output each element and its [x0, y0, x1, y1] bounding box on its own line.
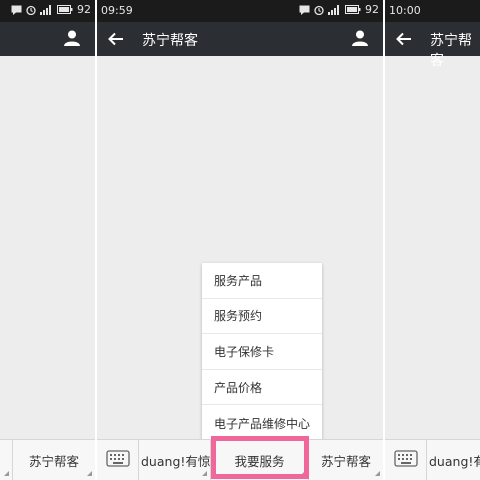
keyboard-icon: [394, 450, 418, 467]
submenu-indicator-icon: [202, 471, 207, 476]
menu-tab-suning[interactable]: 苏宁帮客: [12, 440, 95, 480]
back-arrow-icon[interactable]: [395, 30, 413, 48]
bottom-menu-bar: 苏宁帮客: [0, 439, 95, 480]
menu-tab-surprise[interactable]: duang!有惊喜: [139, 440, 211, 480]
back-arrow-icon[interactable]: [107, 30, 125, 48]
menu-tab-suning[interactable]: 苏宁帮客: [309, 440, 383, 480]
battery-level: 92: [77, 3, 91, 16]
page-title: 苏宁帮客: [142, 33, 198, 49]
popup-item-e-warranty[interactable]: 电子保修卡: [202, 334, 322, 370]
keyboard-toggle-button[interactable]: [385, 440, 427, 480]
menu-tab-label: 我要服务: [234, 453, 285, 469]
alarm-icon: [26, 5, 36, 15]
signal-icon: [40, 4, 51, 15]
bottom-menu-bar: duang!有惊喜 我要服务 苏宁帮客: [97, 439, 383, 480]
status-time: 09:59: [101, 4, 133, 17]
status-bar: 10:00: [385, 0, 480, 22]
popup-item-service-products[interactable]: 服务产品: [202, 263, 322, 299]
right-screen: 10:00 苏宁帮客 duang!有惊: [385, 0, 480, 480]
screenshot-collage: 92 苏宁帮客 09:59 92 苏宁帮客 服务产品 服务预约 电子保修卡 产品…: [0, 0, 480, 480]
submenu-indicator-icon: [375, 471, 380, 476]
menu-tab-services[interactable]: 我要服务: [211, 440, 309, 480]
page-title: 苏宁帮客: [430, 33, 472, 69]
person-icon[interactable]: [351, 29, 369, 47]
battery-level: 92: [365, 3, 379, 16]
popup-item-service-booking[interactable]: 服务预约: [202, 299, 322, 335]
person-icon[interactable]: [63, 29, 81, 47]
message-icon: [11, 5, 22, 15]
status-icons: 92: [299, 3, 379, 16]
alarm-icon: [314, 5, 324, 15]
submenu-indicator-icon: [87, 471, 92, 476]
status-icons: 92: [11, 3, 91, 16]
message-icon: [299, 5, 310, 15]
status-bar: 09:59 92: [97, 0, 383, 22]
keyboard-icon: [106, 450, 130, 467]
left-screen: 92 苏宁帮客: [0, 0, 95, 480]
title-bar: 苏宁帮客: [385, 22, 480, 69]
submenu-indicator-icon: [300, 471, 305, 476]
menu-tab-label: 苏宁帮客: [28, 453, 79, 469]
title-bar: [0, 22, 95, 56]
service-popup-menu: 服务产品 服务预约 电子保修卡 产品价格 电子产品维修中心: [202, 263, 322, 441]
menu-tab-label: 苏宁帮客: [320, 453, 371, 469]
title-bar: 苏宁帮客: [97, 22, 383, 56]
menu-tab-label: duang!有惊喜: [141, 453, 211, 469]
status-bar: 92: [0, 0, 95, 22]
popup-item-product-price[interactable]: 产品价格: [202, 370, 322, 406]
signal-icon: [328, 4, 339, 15]
menu-tab-surprise[interactable]: duang!有惊: [427, 440, 480, 480]
battery-icon: [57, 5, 73, 14]
popup-item-repair-center[interactable]: 电子产品维修中心: [202, 405, 322, 441]
bottom-menu-bar: duang!有惊: [385, 439, 480, 480]
status-time: 10:00: [389, 4, 421, 17]
submenu-indicator-icon: [4, 471, 9, 476]
battery-icon: [345, 5, 361, 14]
middle-screen: 09:59 92 苏宁帮客 服务产品 服务预约 电子保修卡 产品价格 电子产品维…: [97, 0, 383, 480]
keyboard-toggle-button[interactable]: [97, 440, 139, 480]
menu-tab-label: duang!有惊: [429, 453, 480, 469]
